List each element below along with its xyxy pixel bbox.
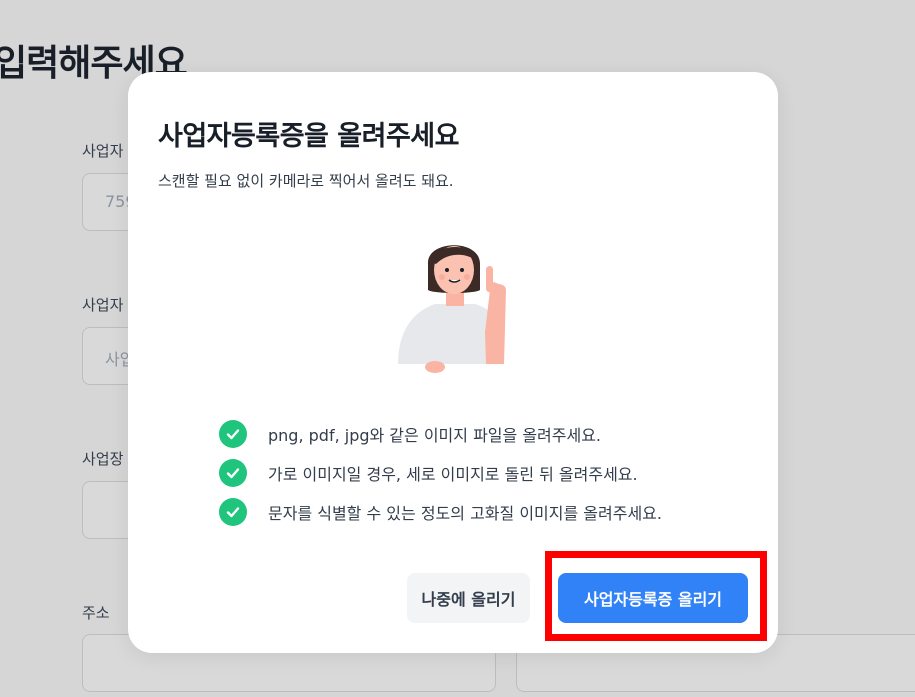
modal-subtitle: 스캔할 필요 없이 카메라로 찍어서 올려도 돼요. (158, 172, 454, 190)
check-circle-icon (219, 497, 247, 526)
check-circle-icon (219, 419, 247, 448)
upload-later-button[interactable]: 나중에 올리기 (407, 573, 530, 623)
checklist-item-text: 문자를 식별할 수 있는 정도의 고화질 이미지를 올려주세요. (268, 503, 662, 523)
modal-title: 사업자등록증을 올려주세요 (158, 121, 459, 152)
field-label-address: 주소 (82, 604, 110, 622)
highlight-box (545, 551, 767, 641)
field-label-workplace: 사업장 (82, 450, 124, 468)
field-label-business-name: 사업자 (82, 296, 124, 314)
check-circle-icon (219, 458, 247, 487)
person-pointing-illustration (398, 245, 506, 373)
checklist: png, pdf, jpg와 같은 이미지 파일을 올려주세요. 가로 이미지일… (219, 414, 662, 531)
checklist-item: 문자를 식별할 수 있는 정도의 고화질 이미지를 올려주세요. (219, 492, 662, 531)
checklist-item-text: 가로 이미지일 경우, 세로 이미지로 돌린 뒤 올려주세요. (268, 464, 638, 484)
checklist-item: 가로 이미지일 경우, 세로 이미지로 돌린 뒤 올려주세요. (219, 453, 662, 492)
checklist-item-text: png, pdf, jpg와 같은 이미지 파일을 올려주세요. (268, 425, 602, 445)
checklist-item: png, pdf, jpg와 같은 이미지 파일을 올려주세요. (219, 414, 662, 453)
field-label-business-number: 사업자 (82, 142, 124, 160)
